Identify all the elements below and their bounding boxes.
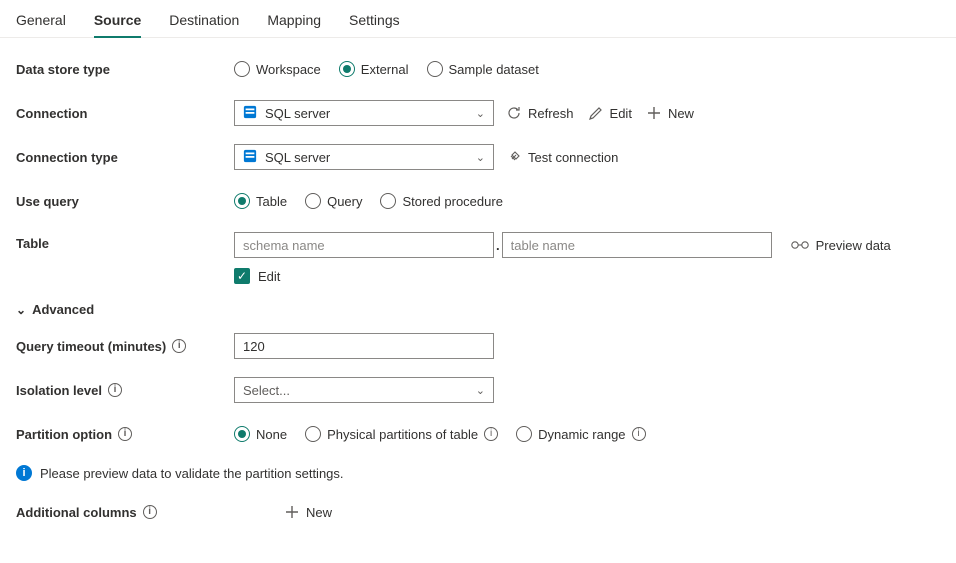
table-name-input[interactable] bbox=[502, 232, 772, 258]
plug-icon bbox=[506, 149, 522, 165]
connection-value: SQL server bbox=[265, 106, 330, 121]
sql-server-icon bbox=[243, 105, 257, 122]
new-column-label: New bbox=[306, 505, 332, 520]
label-partition-option: Partition option i bbox=[16, 427, 234, 442]
radio-query[interactable]: Query bbox=[305, 193, 362, 209]
isolation-placeholder: Select... bbox=[243, 383, 290, 398]
query-timeout-input[interactable] bbox=[234, 333, 494, 359]
label-query-timeout: Query timeout (minutes) i bbox=[16, 339, 234, 354]
chevron-down-icon: ⌄ bbox=[16, 303, 26, 317]
radio-partition-physical[interactable]: Physical partitions of table i bbox=[305, 426, 498, 442]
label-data-store-type: Data store type bbox=[16, 62, 234, 77]
refresh-label: Refresh bbox=[528, 106, 574, 121]
radio-workspace[interactable]: Workspace bbox=[234, 61, 321, 77]
tab-mapping[interactable]: Mapping bbox=[267, 8, 321, 37]
info-icon: i bbox=[16, 465, 32, 481]
refresh-icon bbox=[506, 105, 522, 121]
test-connection-label: Test connection bbox=[528, 150, 618, 165]
radio-label: Table bbox=[256, 194, 287, 209]
edit-checkbox-label: Edit bbox=[258, 269, 280, 284]
radio-icon bbox=[305, 193, 321, 209]
partition-info-banner: i Please preview data to validate the pa… bbox=[16, 465, 940, 481]
radio-partition-none[interactable]: None bbox=[234, 426, 287, 442]
connection-type-select[interactable]: SQL server ⌄ bbox=[234, 144, 494, 170]
test-connection-button[interactable]: Test connection bbox=[504, 149, 620, 165]
radio-label: Dynamic range bbox=[538, 427, 625, 442]
radio-table[interactable]: Table bbox=[234, 193, 287, 209]
edit-label: Edit bbox=[610, 106, 632, 121]
info-icon[interactable]: i bbox=[143, 505, 157, 519]
radio-external[interactable]: External bbox=[339, 61, 409, 77]
radio-partition-dynamic[interactable]: Dynamic range i bbox=[516, 426, 645, 442]
glasses-icon bbox=[790, 238, 810, 253]
label-table: Table bbox=[16, 232, 234, 251]
refresh-button[interactable]: Refresh bbox=[504, 105, 576, 121]
tab-general[interactable]: General bbox=[16, 8, 66, 37]
tab-settings[interactable]: Settings bbox=[349, 8, 400, 37]
radio-label: Physical partitions of table bbox=[327, 427, 478, 442]
table-separator: . bbox=[496, 238, 500, 253]
pencil-icon bbox=[588, 105, 604, 121]
radio-icon bbox=[516, 426, 532, 442]
radio-icon bbox=[305, 426, 321, 442]
use-query-group: Table Query Stored procedure bbox=[234, 193, 503, 209]
label-use-query: Use query bbox=[16, 194, 234, 209]
data-store-type-group: Workspace External Sample dataset bbox=[234, 61, 539, 77]
info-icon[interactable]: i bbox=[118, 427, 132, 441]
tab-destination[interactable]: Destination bbox=[169, 8, 239, 37]
label-connection: Connection bbox=[16, 106, 234, 121]
info-icon[interactable]: i bbox=[172, 339, 186, 353]
plus-icon bbox=[646, 105, 662, 121]
radio-icon bbox=[234, 61, 250, 77]
edit-checkbox[interactable]: ✓ bbox=[234, 268, 250, 284]
banner-text: Please preview data to validate the part… bbox=[40, 466, 344, 481]
info-icon[interactable]: i bbox=[484, 427, 498, 441]
label-connection-type: Connection type bbox=[16, 150, 234, 165]
schema-name-input[interactable] bbox=[234, 232, 494, 258]
query-timeout-text: Query timeout (minutes) bbox=[16, 339, 166, 354]
advanced-label: Advanced bbox=[32, 302, 94, 317]
new-column-button[interactable]: New bbox=[282, 504, 334, 520]
info-icon[interactable]: i bbox=[632, 427, 646, 441]
tab-source[interactable]: Source bbox=[94, 8, 141, 38]
radio-icon bbox=[427, 61, 443, 77]
label-isolation-level: Isolation level i bbox=[16, 383, 234, 398]
new-connection-button[interactable]: New bbox=[644, 105, 696, 121]
radio-label: External bbox=[361, 62, 409, 77]
connection-select[interactable]: SQL server ⌄ bbox=[234, 100, 494, 126]
source-form: Data store type Workspace External Sampl… bbox=[0, 38, 956, 563]
preview-data-button[interactable]: Preview data bbox=[790, 238, 891, 253]
radio-label: Query bbox=[327, 194, 362, 209]
radio-icon bbox=[234, 426, 250, 442]
sql-server-icon bbox=[243, 149, 257, 166]
isolation-level-select[interactable]: Select... ⌄ bbox=[234, 377, 494, 403]
chevron-down-icon: ⌄ bbox=[476, 384, 485, 397]
radio-label: Sample dataset bbox=[449, 62, 539, 77]
new-label: New bbox=[668, 106, 694, 121]
advanced-toggle[interactable]: ⌄ Advanced bbox=[16, 302, 940, 317]
partition-option-group: None Physical partitions of table i Dyna… bbox=[234, 426, 646, 442]
connection-type-value: SQL server bbox=[265, 150, 330, 165]
plus-icon bbox=[284, 504, 300, 520]
radio-icon bbox=[234, 193, 250, 209]
radio-label: Stored procedure bbox=[402, 194, 502, 209]
additional-columns-text: Additional columns bbox=[16, 505, 137, 520]
radio-stored-procedure[interactable]: Stored procedure bbox=[380, 193, 502, 209]
tab-bar: General Source Destination Mapping Setti… bbox=[0, 0, 956, 38]
radio-label: Workspace bbox=[256, 62, 321, 77]
label-additional-columns: Additional columns i bbox=[16, 505, 234, 520]
info-icon[interactable]: i bbox=[108, 383, 122, 397]
isolation-level-text: Isolation level bbox=[16, 383, 102, 398]
partition-option-text: Partition option bbox=[16, 427, 112, 442]
chevron-down-icon: ⌄ bbox=[476, 151, 485, 164]
radio-sample-dataset[interactable]: Sample dataset bbox=[427, 61, 539, 77]
preview-data-label: Preview data bbox=[816, 238, 891, 253]
radio-label: None bbox=[256, 427, 287, 442]
edit-connection-button[interactable]: Edit bbox=[586, 105, 634, 121]
chevron-down-icon: ⌄ bbox=[476, 107, 485, 120]
radio-icon bbox=[380, 193, 396, 209]
radio-icon bbox=[339, 61, 355, 77]
